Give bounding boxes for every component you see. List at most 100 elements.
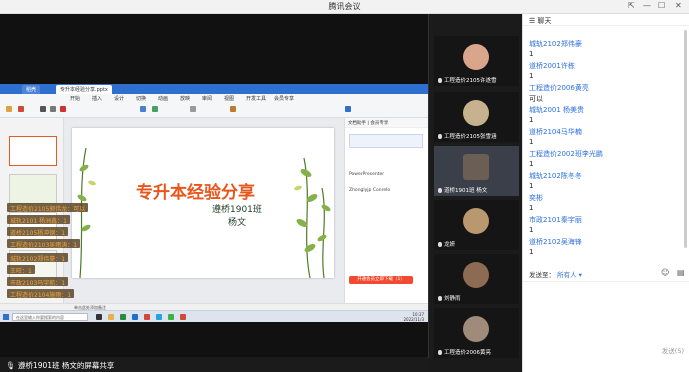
participant-tile[interactable]: 龙妍 xyxy=(434,200,519,250)
menu-review[interactable]: 审阅 xyxy=(202,95,212,102)
menu-transition[interactable]: 切换 xyxy=(136,95,146,102)
chat-sender: 工程造价2002班李光鹏 xyxy=(529,150,603,158)
participant-name: 工程造价2006黄亮 xyxy=(444,350,491,356)
avatar xyxy=(463,262,489,288)
arrange-icon[interactable] xyxy=(230,106,236,112)
participant-tile[interactable]: 工程造价2105许遂雪 xyxy=(434,36,519,86)
chat-message: 1 xyxy=(529,248,534,256)
chat-sender: 城轨2001 杨美贵 xyxy=(529,106,585,114)
app-icon[interactable] xyxy=(180,314,186,320)
mic-icon xyxy=(438,78,442,83)
thumbnail-slide-1[interactable] xyxy=(9,136,57,166)
edge-icon[interactable] xyxy=(156,314,162,320)
danmaku-comment: 城轨2102郑伟豪：1 xyxy=(7,253,69,263)
font-color-icon[interactable] xyxy=(60,106,66,112)
download-button[interactable]: 开通会员立即下载（1） xyxy=(349,276,413,284)
italic-icon[interactable] xyxy=(50,106,56,112)
chat-header: ☰ 聊天 xyxy=(523,14,689,26)
menu-developer[interactable]: 开发工具 xyxy=(246,95,266,102)
chat-message: 1 xyxy=(529,226,534,234)
chat-sender: 道桥2001许栋 xyxy=(529,62,575,70)
chat-scrollbar[interactable] xyxy=(684,30,687,248)
taskbar-search[interactable]: 在这里输入你要搜索的内容 xyxy=(12,313,88,321)
chat-panel: ☰ 聊天 城轨2102郑伟豪 1 道桥2001许栋 1 工程造价2006黄亮 可… xyxy=(522,14,689,372)
menu-view[interactable]: 视图 xyxy=(224,95,234,102)
mic-icon xyxy=(438,188,442,193)
danmaku-comment: 道桥2105杨冲钢：1 xyxy=(7,227,69,237)
send-to-selector[interactable]: 发送至： 所有人 ▾ xyxy=(529,269,582,279)
chat-icon: ☰ xyxy=(529,17,536,25)
avatar xyxy=(463,208,489,234)
side-panel-line-2: Zhonglyjp Conrelo xyxy=(349,188,391,193)
picture-icon[interactable] xyxy=(152,106,158,112)
new-slide-icon[interactable] xyxy=(18,106,24,112)
participant-tile[interactable]: 工程造价2006黄亮 xyxy=(434,308,519,358)
slide-class: 遵桥1901班 xyxy=(212,205,262,215)
chat-message: 1 xyxy=(529,204,534,212)
wps-tab-document[interactable]: 专升本经验分享.pptx xyxy=(56,85,112,94)
send-to-label: 发送至： xyxy=(529,271,555,279)
thumbnail-slide-2[interactable] xyxy=(9,174,57,204)
share-label: 遵桥1901班 杨文的屏幕共享 xyxy=(17,361,115,370)
current-slide[interactable]: 专升本经验分享 遵桥1901班 杨文 xyxy=(72,128,334,278)
paste-icon[interactable] xyxy=(6,106,12,112)
meeting-icon[interactable] xyxy=(132,314,138,320)
side-panel-banner[interactable] xyxy=(349,134,423,148)
wechat-icon[interactable] xyxy=(168,314,174,320)
windows-start-icon[interactable] xyxy=(3,314,9,320)
chat-sender: 城轨2102郑伟豪 xyxy=(529,40,582,48)
file-icon[interactable]: ▤ xyxy=(677,268,685,277)
chevron-down-icon[interactable]: ▾ xyxy=(579,271,582,279)
mic-icon: 🎙 xyxy=(6,361,16,370)
explorer-icon[interactable] xyxy=(108,314,114,320)
taskbar-clock: 10:37 2022/11/3 xyxy=(403,312,424,322)
wps-icon[interactable] xyxy=(144,314,150,320)
task-view-icon[interactable] xyxy=(96,314,102,320)
send-to-value[interactable]: 所有人 xyxy=(557,271,577,279)
menu-animation[interactable]: 动画 xyxy=(158,95,168,102)
wps-tab-home[interactable]: 稻壳 xyxy=(22,85,41,94)
bold-icon[interactable] xyxy=(40,106,46,112)
danmaku-comment: 城轨2101 杨洲鑫：1 xyxy=(7,215,70,225)
align-icon[interactable] xyxy=(190,106,196,112)
emoji-icon[interactable]: ☺ xyxy=(661,268,669,277)
windows-taskbar: 在这里输入你要搜索的内容 10:37 2022/11/3 xyxy=(0,310,428,322)
chat-message: 可以 xyxy=(529,95,543,103)
wps-tabstrip: 稻壳 专升本经验分享.pptx xyxy=(0,84,428,94)
chat-sender: 工程造价2006黄亮 xyxy=(529,84,589,92)
slide-title: 专升本经验分享 xyxy=(136,183,255,203)
avatar xyxy=(463,154,489,180)
chat-sender: 道桥2104马华楠 xyxy=(529,128,582,136)
participant-name: 工程造价2105许遂雪 xyxy=(444,78,497,84)
menu-start[interactable]: 开始 xyxy=(70,95,80,102)
menu-insert[interactable]: 插入 xyxy=(92,95,102,102)
minimize-icon[interactable]: — xyxy=(643,1,651,10)
chat-message: 1 xyxy=(529,72,534,80)
wps-side-panel: 文档助手 | 会员专享 PowerPresenter Zhonglyjp Con… xyxy=(344,118,429,303)
menu-design[interactable]: 设计 xyxy=(114,95,124,102)
clock-date: 2022/11/3 xyxy=(403,317,424,322)
excel-icon[interactable] xyxy=(120,314,126,320)
menu-member[interactable]: 会员专享 xyxy=(274,95,294,102)
close-icon[interactable]: ✕ xyxy=(675,1,682,10)
menu-slideshow[interactable]: 放映 xyxy=(180,95,190,102)
mic-icon xyxy=(438,242,442,247)
chat-message: 1 xyxy=(529,138,534,146)
shape-icon[interactable] xyxy=(140,106,146,112)
participant-list: 工程造价2105许遂雪 工程造价2105张雪涵 道桥1901班 杨文 龙妍 刘静… xyxy=(428,14,523,358)
share-icon[interactable] xyxy=(345,106,351,112)
send-button[interactable]: 发送(S) xyxy=(662,345,684,355)
avatar xyxy=(463,44,489,70)
maximize-icon[interactable]: ☐ xyxy=(658,1,665,10)
leaf-decoration xyxy=(77,147,331,278)
participant-tile[interactable]: 刘静雨 xyxy=(434,254,519,304)
participant-tile[interactable]: 道桥1901班 杨文 xyxy=(434,146,519,196)
pin-icon[interactable]: ⇱ xyxy=(628,1,635,10)
chat-sender: 道桥2102吴海锋 xyxy=(529,238,582,246)
participant-tile[interactable]: 工程造价2105张雪涵 xyxy=(434,92,519,142)
danmaku-comment: 工程造价2103吴雨涛：1 xyxy=(7,239,81,249)
chat-title: 聊天 xyxy=(537,17,552,25)
danmaku-comment: 工程造价2105郭伟龙：可以 xyxy=(7,203,89,213)
chat-input[interactable]: 发送(S) xyxy=(523,281,689,359)
slide-subtitle: 遵桥1901班 杨文 xyxy=(212,204,262,230)
